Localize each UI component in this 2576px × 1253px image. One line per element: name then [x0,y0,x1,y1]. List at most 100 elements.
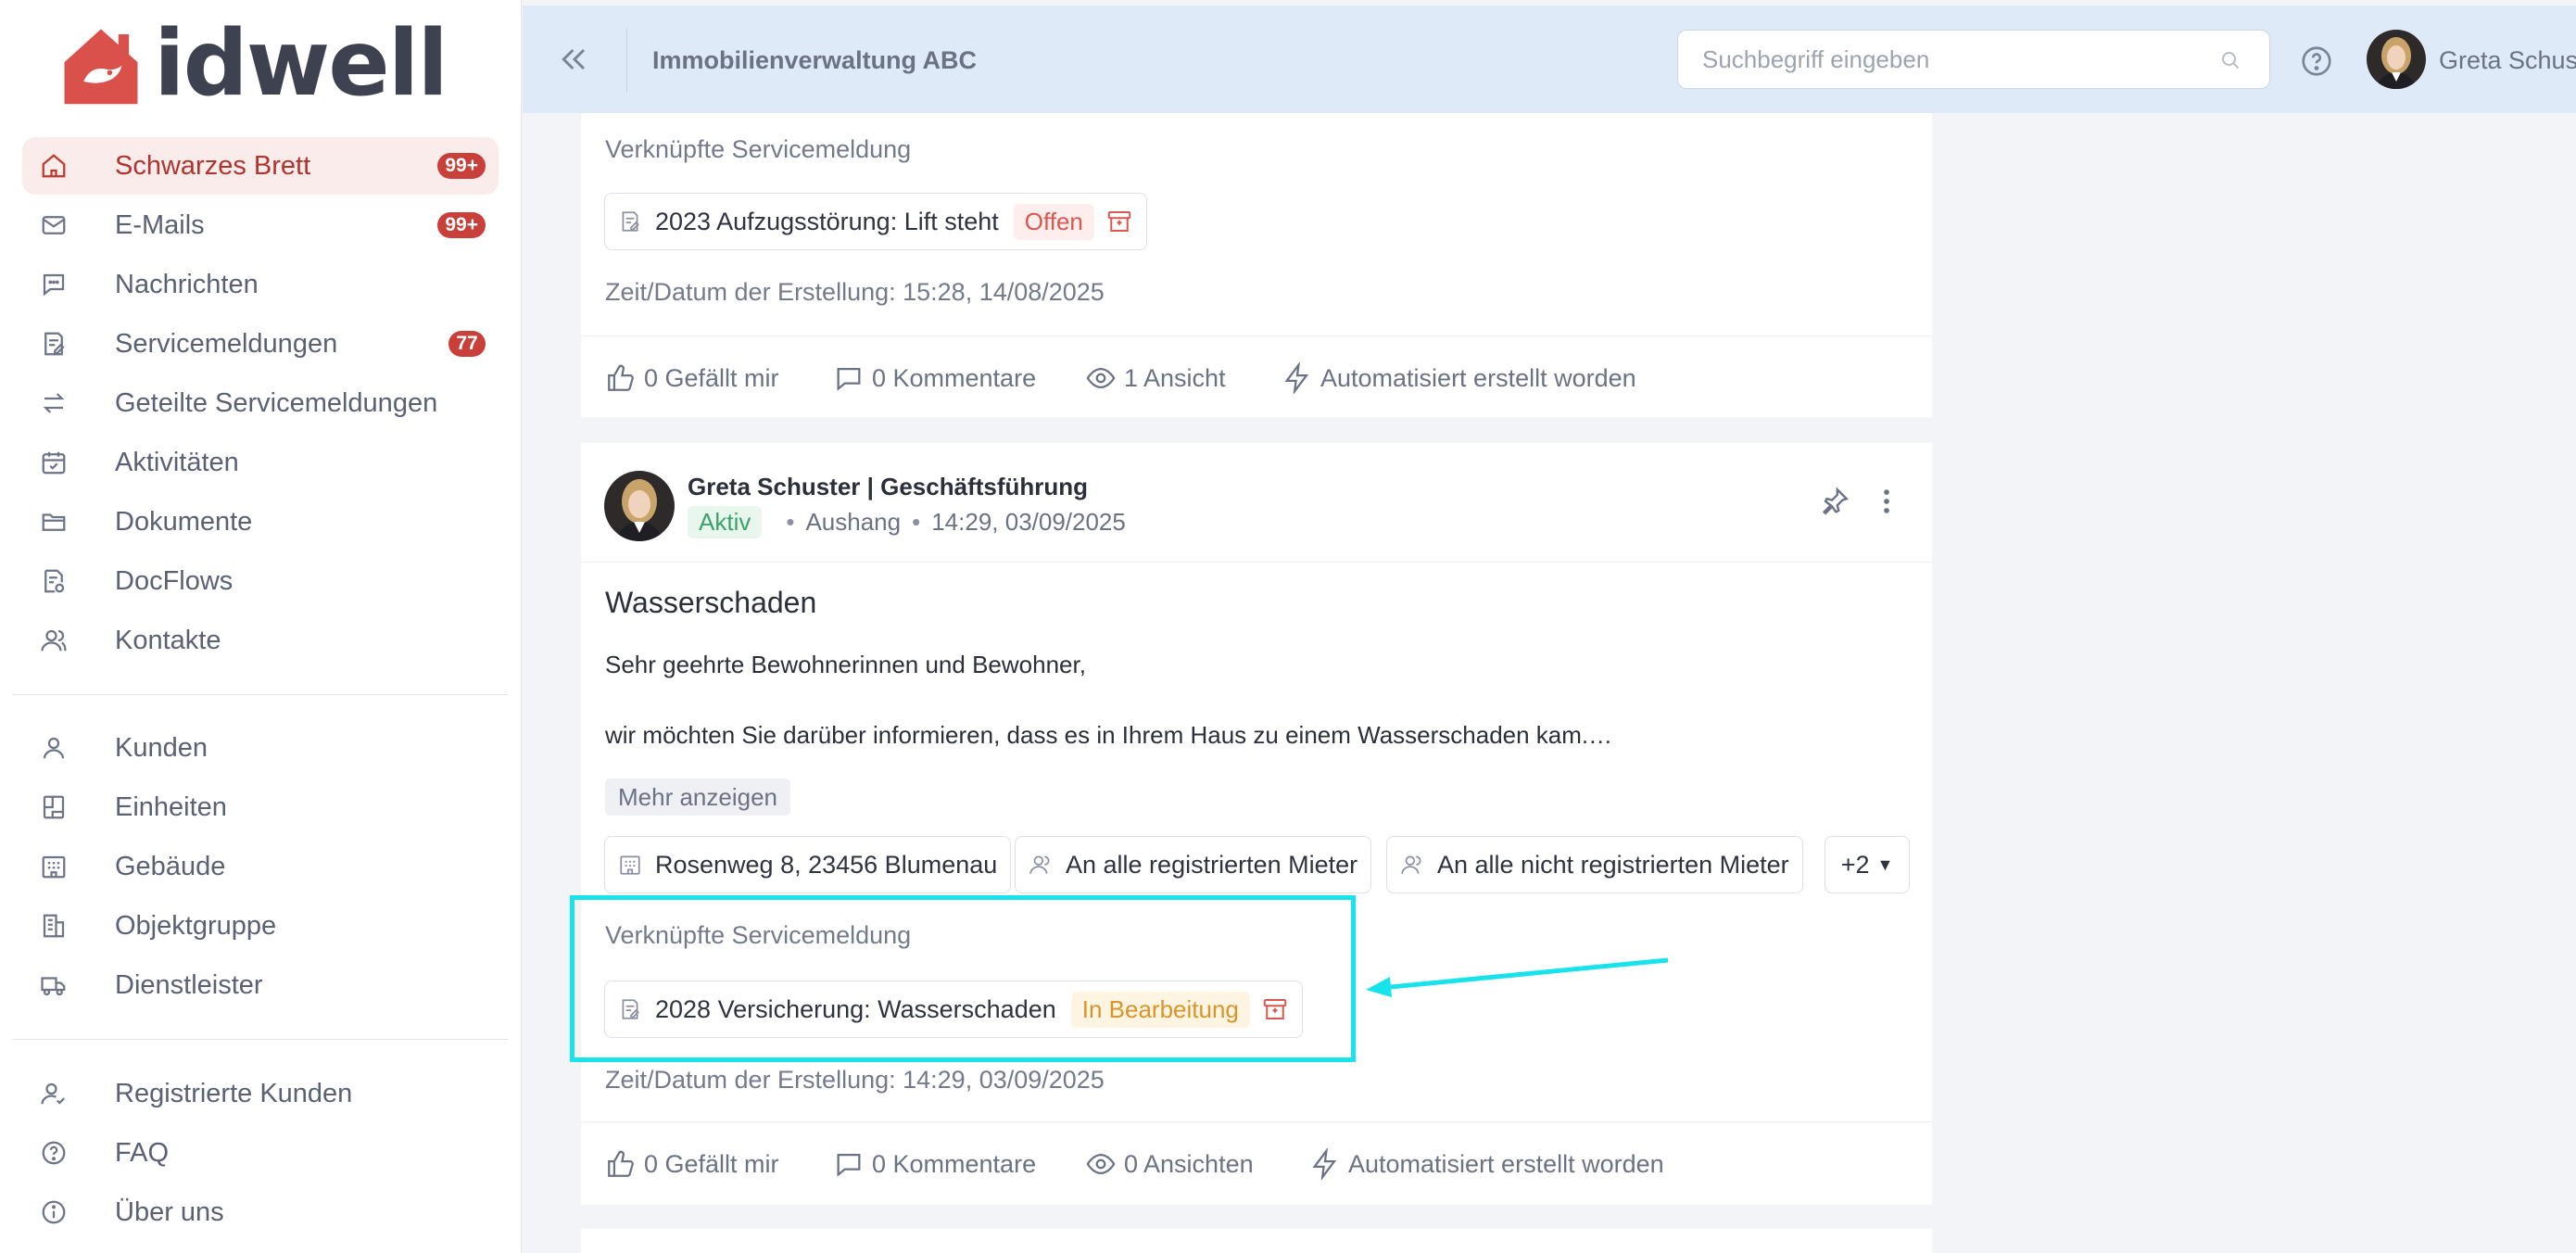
divider [581,562,1932,563]
more-vertical-icon[interactable] [1871,486,1902,517]
recipient-chip[interactable]: An alle registrierten Mieter [1015,836,1372,893]
nav-label: E-Mails [115,209,205,240]
count-badge: 77 [448,331,486,357]
top-bar: Immobilienverwaltung ABC Greta Schuster [523,6,2576,113]
nav-item-schwarzes-brett[interactable]: Schwarzes Brett 99+ [22,137,499,195]
comment-button[interactable]: 0 Kommentare [833,362,1036,394]
help-icon[interactable] [2300,44,2333,78]
nav-item-nachrichten[interactable]: Nachrichten [22,256,499,313]
eye-icon [1086,367,1116,389]
user-name[interactable]: Greta Schuster [2439,46,2576,75]
nav-label: Objektgruppe [115,910,277,941]
nav-primary: Schwarzes Brett 99+ E-Mails 99+ Nachrich… [22,137,499,671]
nav-label: Aktivitäten [115,447,239,477]
search-input[interactable] [1678,31,2197,88]
arrow-annotation [1366,957,1669,997]
post-footer: 0 Gefällt mir 0 Kommentare 0 Ansichten A… [581,1121,1932,1205]
nav-item-servicemeldungen[interactable]: Servicemeldungen 77 [22,315,499,373]
nav-label: Gebäude [115,851,226,881]
user-avatar[interactable] [2367,30,2426,89]
post-meta: Aktiv • Aushang • 14:29, 03/09/2025 [688,506,1126,538]
company-title: Immobilienverwaltung ABC [652,46,978,74]
nav-label: DocFlows [115,565,234,596]
service-report-icon [37,327,70,361]
comment-button[interactable]: 0 Kommentare [833,1148,1036,1180]
logo-house-icon [64,29,138,105]
nav-divider [13,1039,508,1040]
linked-service-title: 2023 Aufzugsstörung: Lift steht [655,207,999,235]
nav-item-aktivitaeten[interactable]: Aktivitäten [22,434,499,491]
home-icon [37,149,70,183]
post-status-badge: Aktiv [688,506,763,538]
office-building-icon [37,909,70,943]
post-card: Verknüpfte Servicemeldung 2023 Aufzugsst… [581,113,1932,417]
users-icon [1401,855,1421,874]
nav-label: FAQ [115,1137,170,1168]
collapse-sidebar-icon[interactable] [556,41,593,78]
building-icon [620,855,640,875]
auto-created-info: Automatisiert erstellt worden [1282,362,1636,394]
nav-label: Servicemeldungen [115,328,338,359]
nav-item-e-mails[interactable]: E-Mails 99+ [22,196,499,254]
user-check-icon [37,1077,70,1110]
nav-item-dienstleister[interactable]: Dienstleister [22,956,499,1014]
nav-item-registrierte-kunden[interactable]: Registrierte Kunden [22,1065,499,1122]
nav-item-gebaeude[interactable]: Gebäude [22,838,499,895]
sidebar: idwell Schwarzes Brett 99+ E-Mails 99+ N… [0,0,522,1253]
more-recipients-dropdown[interactable]: +2 ▼ [1825,836,1910,893]
nav-item-docflows[interactable]: DocFlows [22,552,499,610]
question-circle-icon [37,1136,70,1170]
like-button[interactable]: 0 Gefällt mir [605,1148,779,1180]
nav-secondary: Kunden Einheiten Gebäude Objektgruppe Di… [22,719,499,1016]
user-icon [37,731,70,765]
nav-label: Kunden [115,732,208,763]
view-count: 0 Ansichten [1124,1149,1254,1178]
author-avatar[interactable] [604,471,675,541]
show-more-button[interactable]: Mehr anzeigen [605,778,790,816]
docflow-icon [37,564,70,598]
nav-item-geteilte-servicemeldungen[interactable]: Geteilte Servicemeldungen [22,374,499,432]
like-button[interactable]: 0 Gefällt mir [605,362,779,394]
swap-arrows-icon [37,386,70,420]
nav-label: Dienstleister [115,969,263,1000]
nav-label: Nachrichten [115,269,259,299]
pin-icon[interactable] [1819,486,1850,517]
thumbs-up-icon [608,1150,634,1177]
recipient-chip[interactable]: An alle nicht registrierten Mieter [1386,836,1803,893]
comment-count: 0 Kommentare [872,363,1037,392]
created-at: Zeit/Datum der Erstellung: 14:29, 03/09/… [605,1066,1105,1094]
nav-item-ueber-uns[interactable]: Über uns [22,1183,499,1241]
nav-label: Dokumente [115,506,253,537]
nav-item-faq[interactable]: FAQ [22,1124,499,1182]
nav-item-kontakte[interactable]: Kontakte [22,612,499,669]
status-badge: Offen [1013,203,1094,240]
nav-item-dokumente[interactable]: Dokumente [22,493,499,551]
search-box[interactable] [1677,30,2270,89]
author-name[interactable]: Greta Schuster | Geschäftsführung [688,473,1088,501]
caret-down-icon: ▼ [1876,854,1894,874]
linked-service-label: Verknüpfte Servicemeldung [605,135,912,163]
nav-label: Einheiten [115,791,227,822]
nav-tertiary: Registrierte Kunden FAQ Über uns [22,1065,499,1243]
post-body-greeting: Sehr geehrte Bewohnerinnen und Bewohner, [605,651,1086,678]
unit-icon [37,791,70,824]
nav-item-objektgruppe[interactable]: Objektgruppe [22,897,499,955]
logo[interactable]: idwell [57,19,448,109]
nav-item-kunden[interactable]: Kunden [22,719,499,777]
search-icon[interactable] [2219,49,2241,71]
comment-icon [837,1153,861,1177]
nav-label: Geteilte Servicemeldungen [115,387,438,418]
comment-icon [837,367,861,391]
building-icon [37,850,70,883]
archive-icon[interactable] [1105,208,1133,235]
truck-icon [37,968,70,1002]
post-type: Aushang [805,508,902,536]
recipient-chip[interactable]: Rosenweg 8, 23456 Blumenau [604,836,1012,893]
linked-service-chip[interactable]: 2023 Aufzugsstörung: Lift steht Offen [604,193,1147,250]
mail-icon [37,209,70,242]
count-badge: 99+ [437,153,486,179]
nav-divider [13,694,508,695]
recipient-label: An alle nicht registrierten Mieter [1437,850,1789,879]
view-count: 1 Ansicht [1124,363,1226,392]
nav-item-einheiten[interactable]: Einheiten [22,778,499,836]
